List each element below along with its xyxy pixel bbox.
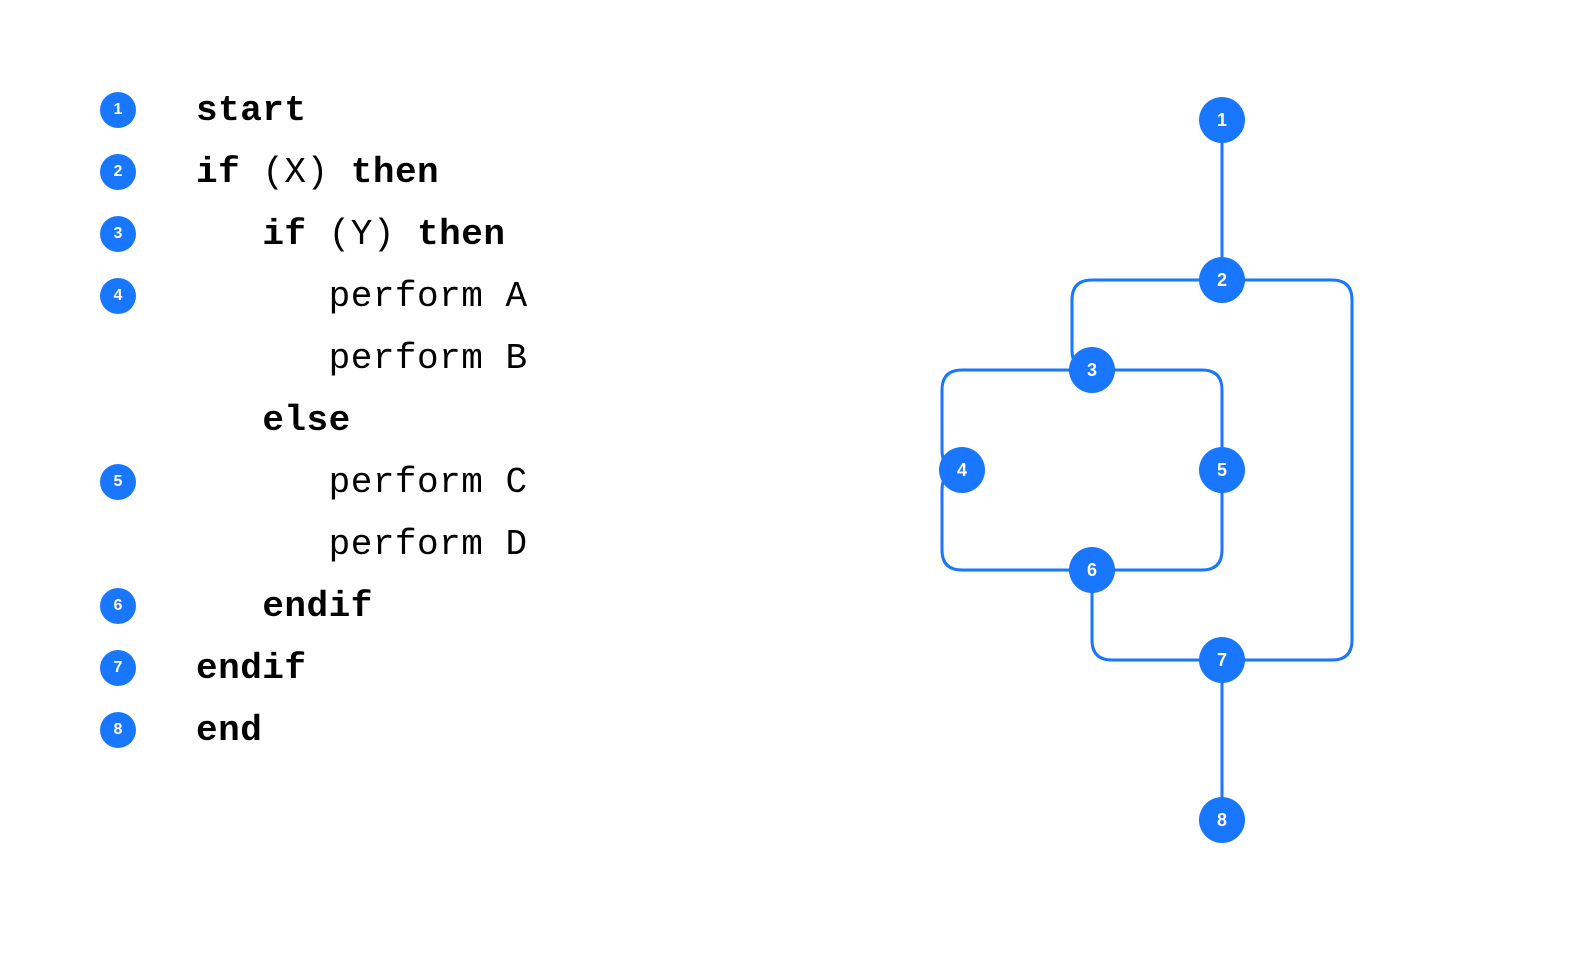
line-number-badge: 6: [100, 588, 136, 624]
line-number-badge: 2: [100, 154, 136, 190]
keyword: then: [417, 214, 505, 255]
graph-node-7: 7: [1199, 637, 1245, 683]
node-label: 8: [1217, 810, 1227, 830]
flow-graph: 1 2 3 4 5 6 7 8: [842, 80, 1442, 880]
code-text: endif: [196, 586, 373, 627]
code-text: if (Y) then: [196, 214, 505, 255]
code-line-10: 8 end: [100, 710, 752, 750]
line-number-badge: 3: [100, 216, 136, 252]
graph-panel: 1 2 3 4 5 6 7 8: [792, 0, 1584, 960]
code-text: if (X) then: [196, 152, 439, 193]
graph-edge: [1092, 470, 1222, 570]
code-text: perform B: [196, 338, 528, 379]
token: perform B: [329, 338, 528, 379]
line-number-placeholder: [100, 526, 136, 562]
line-number-badge: 8: [100, 712, 136, 748]
node-label: 5: [1217, 460, 1227, 480]
graph-edge: [1092, 370, 1222, 470]
code-panel: 1start2if (X) then3 if (Y) then4 perform…: [0, 0, 792, 960]
code-line-8: 6 endif: [100, 586, 752, 626]
graph-edge: [1092, 570, 1222, 660]
code-line-7: perform D: [100, 524, 752, 564]
code-text: start: [196, 90, 307, 131]
keyword: endif: [196, 648, 307, 689]
keyword: if: [196, 152, 240, 193]
graph-node-5: 5: [1199, 447, 1245, 493]
line-number-badge: 4: [100, 278, 136, 314]
line-number-placeholder: [100, 402, 136, 438]
node-label: 7: [1217, 650, 1227, 670]
token: (Y): [307, 214, 418, 255]
code-line-6: 5 perform C: [100, 462, 752, 502]
keyword: then: [351, 152, 439, 193]
graph-node-4: 4: [939, 447, 985, 493]
node-label: 1: [1217, 110, 1227, 130]
keyword: end: [196, 710, 262, 751]
line-number-badge: 5: [100, 464, 136, 500]
code-line-4: perform B: [100, 338, 752, 378]
keyword: endif: [262, 586, 373, 627]
code-line-3: 4 perform A: [100, 276, 752, 316]
line-number-badge: 1: [100, 92, 136, 128]
token: perform A: [329, 276, 528, 317]
line-number-badge: 7: [100, 650, 136, 686]
code-line-9: 7 endif: [100, 648, 752, 688]
graph-node-1: 1: [1199, 97, 1245, 143]
diagram-container: 1start2if (X) then3 if (Y) then4 perform…: [0, 0, 1584, 960]
code-text: endif: [196, 648, 307, 689]
graph-node-3: 3: [1069, 347, 1115, 393]
node-label: 6: [1087, 560, 1097, 580]
line-number-placeholder: [100, 340, 136, 376]
graph-node-8: 8: [1199, 797, 1245, 843]
node-label: 2: [1217, 270, 1227, 290]
token: perform D: [329, 524, 528, 565]
graph-node-2: 2: [1199, 257, 1245, 303]
code-line-1: 2 if (X) then: [100, 152, 752, 192]
keyword: start: [196, 90, 307, 131]
keyword: else: [262, 400, 350, 441]
code-line-5: else: [100, 400, 752, 440]
token: perform C: [329, 462, 528, 503]
node-label: 3: [1087, 360, 1097, 380]
code-text: else: [196, 400, 351, 441]
code-line-2: 3 if (Y) then: [100, 214, 752, 254]
graph-node-6: 6: [1069, 547, 1115, 593]
code-line-0: 1 start: [100, 90, 752, 130]
code-text: perform C: [196, 462, 528, 503]
token: (X): [240, 152, 351, 193]
code-text: perform A: [196, 276, 528, 317]
code-text: end: [196, 710, 262, 751]
code-text: perform D: [196, 524, 528, 565]
keyword: if: [262, 214, 306, 255]
node-label: 4: [957, 460, 967, 480]
